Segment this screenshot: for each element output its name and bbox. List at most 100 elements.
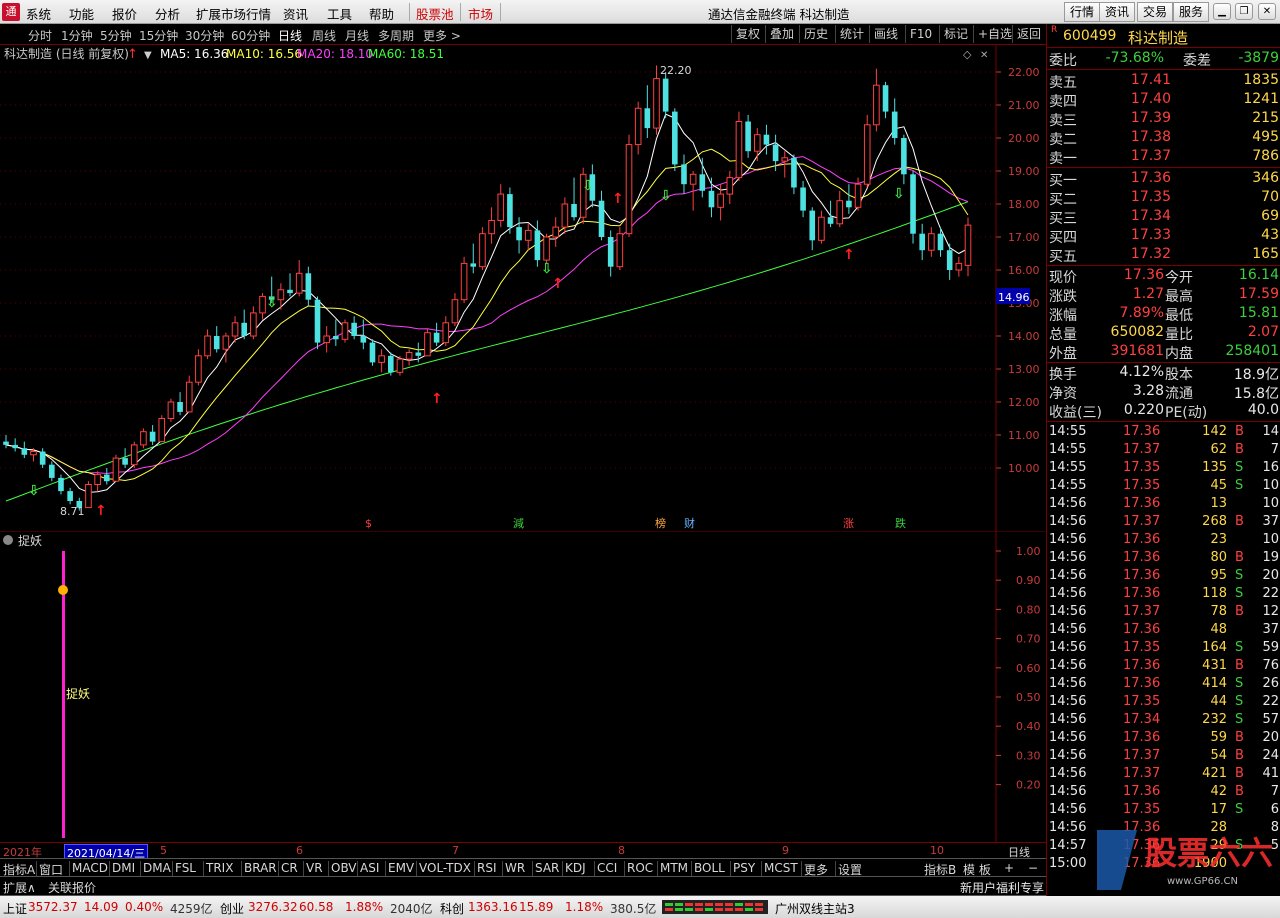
menu-function[interactable]: 功能: [69, 4, 94, 23]
tab-separator: [562, 861, 563, 876]
add-panel-button[interactable]: +: [1004, 861, 1014, 875]
ask-label: 卖一: [1049, 151, 1077, 167]
event-mark[interactable]: 榜: [655, 516, 666, 530]
close-icon[interactable]: ✕: [1258, 3, 1276, 20]
event-mark[interactable]: 财: [684, 516, 695, 530]
tool-overlay[interactable]: 叠加: [765, 25, 798, 43]
indicator-tab[interactable]: 设置: [838, 861, 862, 878]
indicator-tab[interactable]: WR: [505, 861, 525, 875]
template-button[interactable]: 模 板: [963, 861, 991, 878]
menu-quote[interactable]: 报价: [112, 4, 137, 23]
cy-index-label[interactable]: 创业: [220, 900, 244, 917]
button-market[interactable]: 行情: [1064, 2, 1101, 22]
indicator-tab[interactable]: PSY: [733, 861, 755, 875]
indicator-tab[interactable]: TRIX: [206, 861, 233, 875]
period-weekly[interactable]: 周线: [312, 27, 336, 44]
status-bar: 上证 3572.37 14.09 0.40% 4259亿 创业 3276.32 …: [0, 896, 1280, 918]
tick-direction: B: [1235, 442, 1244, 457]
tool-draw[interactable]: 画线: [869, 25, 902, 43]
menu-help[interactable]: 帮助: [369, 4, 394, 23]
button-trade[interactable]: 交易: [1137, 2, 1174, 22]
menu-news[interactable]: 资讯: [283, 4, 308, 23]
indicator-tab[interactable]: EMV: [388, 861, 414, 875]
event-mark[interactable]: 涨: [843, 517, 854, 530]
tick-price: 17.37: [1123, 604, 1161, 619]
main-kline-chart[interactable]: 22.0021.0020.0019.0018.0017.0016.0015.00…: [0, 45, 1046, 531]
indicator-tab[interactable]: DMI: [112, 861, 135, 875]
sell-arrow-icon: ⇩: [28, 483, 40, 499]
period-15min[interactable]: 15分钟: [139, 27, 178, 44]
indicator-tab[interactable]: MCST: [764, 861, 798, 875]
menu-extended-market[interactable]: 扩展市场行情: [196, 4, 271, 23]
period-intraday[interactable]: 分时: [28, 27, 52, 44]
collapse-icon[interactable]: [3, 535, 13, 545]
indicator-svg[interactable]: 1.000.900.800.700.600.500.400.300.20 捉妖 …: [0, 530, 1046, 842]
ask-volume: 1835: [1243, 72, 1279, 88]
menu-tools[interactable]: 工具: [327, 4, 352, 23]
indicator-tab[interactable]: VR: [306, 861, 323, 875]
indicator-tab[interactable]: OBV: [331, 861, 357, 875]
tab-separator: [624, 861, 625, 876]
indicator-tab[interactable]: ASI: [360, 861, 379, 875]
sh-index-label[interactable]: 上证: [3, 900, 27, 917]
minimize-icon[interactable]: ▁: [1213, 3, 1231, 20]
period-5min[interactable]: 5分钟: [100, 27, 132, 44]
indicator-a-button[interactable]: 指标A: [3, 861, 35, 878]
tool-stats[interactable]: 统计: [835, 25, 868, 43]
related-quote-button[interactable]: 关联报价: [48, 879, 96, 896]
indicator-tab[interactable]: MACD: [72, 861, 108, 875]
indicator-chart[interactable]: 1.00 0.90 0.80 0.70 0.60 0.50 0.40 0.30 0.20 捉妖 …: [0, 530, 1046, 842]
kline-svg[interactable]: 22.0021.0020.0019.0018.0017.0016.0015.00…: [0, 45, 1046, 531]
close-panel-icon[interactable]: ✕: [980, 50, 988, 61]
period-more[interactable]: 更多 >: [423, 27, 461, 44]
tick-price: 17.36: [1123, 784, 1161, 799]
tool-fuquan[interactable]: 复权: [731, 25, 764, 43]
candle: [552, 217, 560, 247]
tool-mark[interactable]: 标记: [939, 25, 972, 43]
server-name[interactable]: 广州双线主站3: [775, 900, 855, 917]
indicator-tab[interactable]: DMA: [143, 861, 171, 875]
indicator-tab[interactable]: KDJ: [565, 861, 586, 875]
remove-panel-button[interactable]: −: [1028, 861, 1038, 875]
event-mark[interactable]: $: [365, 517, 372, 530]
expand-button[interactable]: 扩展∧: [3, 879, 36, 896]
indicator-tab[interactable]: BRAR: [244, 861, 277, 875]
event-mark[interactable]: 減: [513, 516, 524, 530]
kc-index-label[interactable]: 科创: [440, 900, 464, 917]
indicator-tab[interactable]: BOLL: [694, 861, 725, 875]
period-1min[interactable]: 1分钟: [61, 27, 93, 44]
promo-link[interactable]: 新用户福利专享: [960, 879, 1044, 896]
button-service[interactable]: 服务: [1173, 2, 1210, 22]
bid-label: 买五: [1049, 249, 1077, 265]
button-news[interactable]: 资讯: [1099, 2, 1136, 22]
indicator-tab[interactable]: CR: [281, 861, 298, 875]
indicator-tab[interactable]: MTM: [660, 861, 688, 875]
period-60min[interactable]: 60分钟: [231, 27, 270, 44]
menu-market[interactable]: 市场: [468, 4, 493, 23]
period-30min[interactable]: 30分钟: [185, 27, 224, 44]
stat-label: 涨幅: [1049, 308, 1077, 324]
period-daily[interactable]: 日线: [278, 27, 302, 44]
restore-icon[interactable]: ❐: [1235, 3, 1253, 20]
indicator-tab[interactable]: 窗口: [39, 861, 63, 878]
menu-analysis[interactable]: 分析: [155, 4, 180, 23]
indicator-b-button[interactable]: 指标B: [924, 861, 956, 878]
indicator-tab[interactable]: FSL: [175, 861, 196, 875]
event-mark[interactable]: 跌: [895, 516, 906, 530]
diamond-icon[interactable]: ◇: [963, 48, 972, 61]
indicator-tab[interactable]: SAR: [535, 861, 559, 875]
period-monthly[interactable]: 月线: [345, 27, 369, 44]
indicator-tab[interactable]: ROC: [627, 861, 653, 875]
period-multi[interactable]: 多周期: [378, 27, 414, 44]
indicator-tab[interactable]: RSI: [477, 861, 497, 875]
indicator-tab[interactable]: 更多: [804, 861, 828, 878]
collapse-icon[interactable]: ▼: [144, 50, 152, 61]
menu-stock-pool[interactable]: 股票池: [416, 4, 454, 23]
indicator-tab[interactable]: CCI: [597, 861, 617, 875]
tool-history[interactable]: 历史: [799, 25, 832, 43]
tool-back[interactable]: 返回: [1012, 25, 1045, 43]
menu-system[interactable]: 系统: [26, 4, 51, 23]
indicator-tab[interactable]: VOL-TDX: [419, 861, 471, 875]
tool-f10[interactable]: F10: [905, 25, 936, 43]
tool-add-favorite[interactable]: +自选: [973, 25, 1016, 43]
